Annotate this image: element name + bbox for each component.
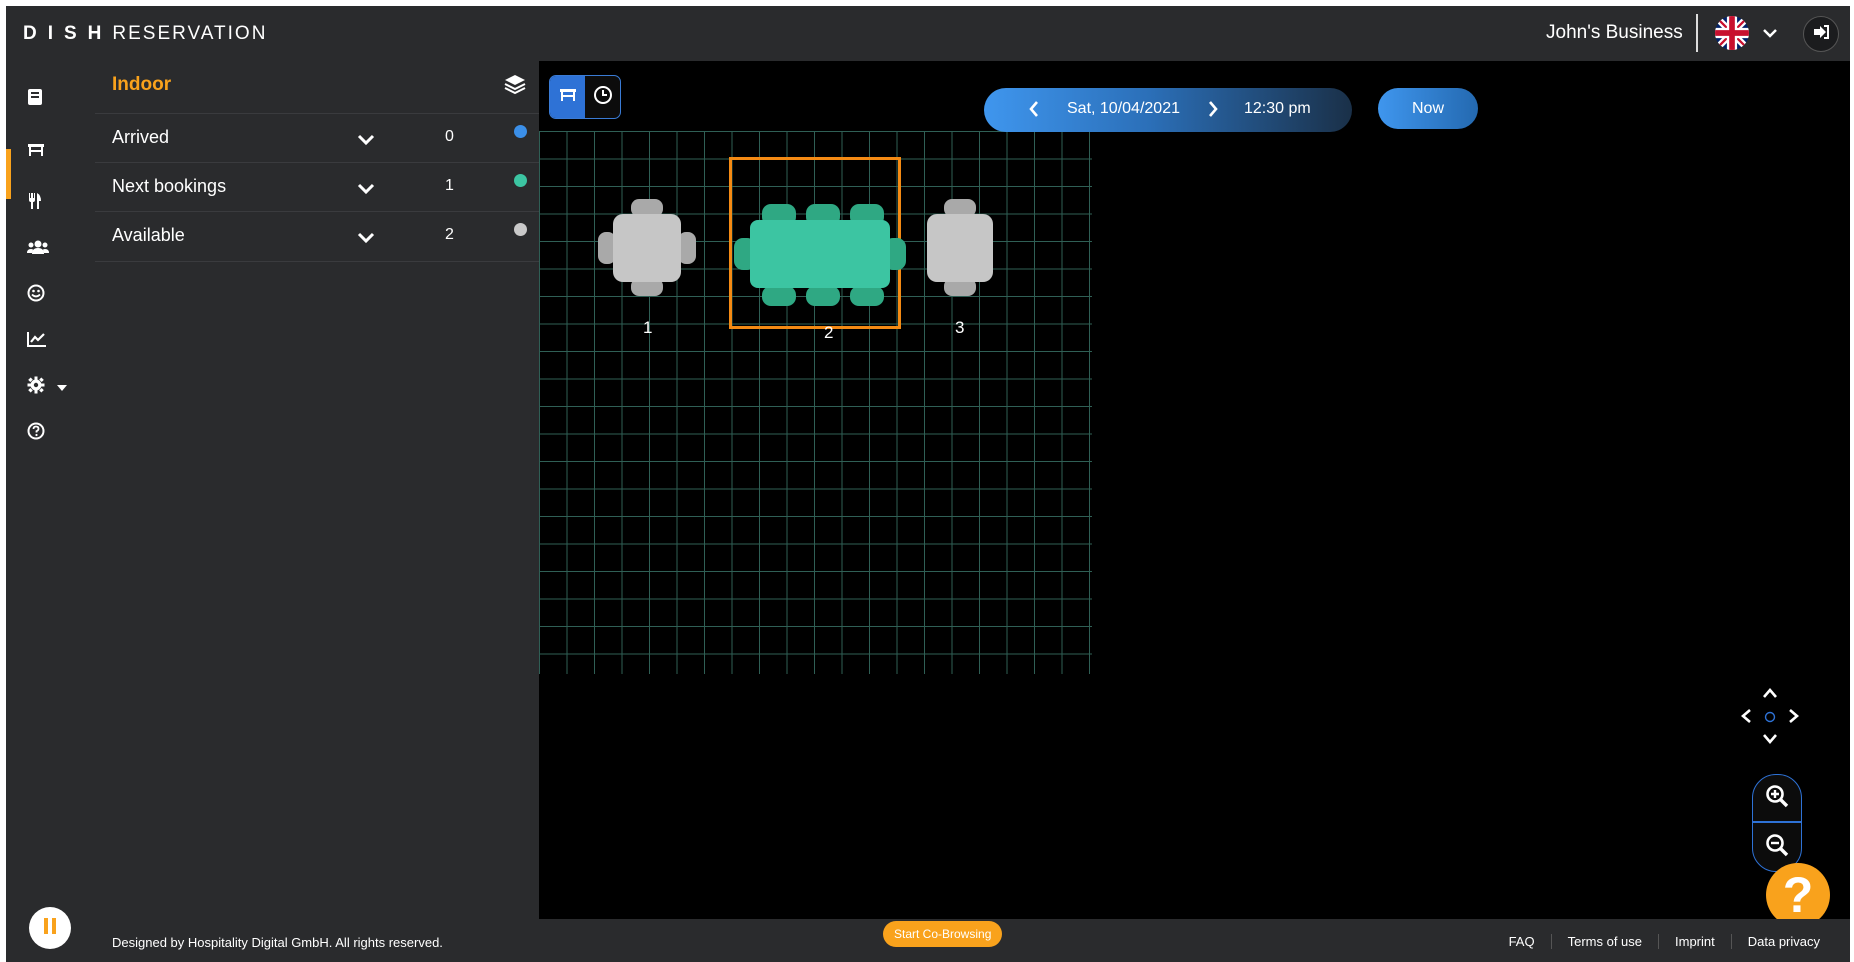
faq-link[interactable]: FAQ <box>1493 934 1551 949</box>
status-count: 2 <box>445 226 454 243</box>
floor-plan-canvas[interactable]: Sat, 10/04/2021 12:30 pm Now 1 2 3 ? <box>539 61 1850 927</box>
pan-controls <box>1740 686 1800 746</box>
chevron-down-icon[interactable] <box>357 179 375 200</box>
pan-left-icon[interactable] <box>1740 708 1752 729</box>
chevron-down-icon[interactable] <box>1762 25 1778 46</box>
layers-icon[interactable] <box>504 73 526 100</box>
zoom-in-icon <box>1765 784 1789 813</box>
footer: Designed by Hospitality Digital GmbH. Al… <box>95 919 1850 962</box>
question-icon <box>27 422 45 445</box>
chevron-down-icon[interactable] <box>357 228 375 249</box>
divider <box>1696 14 1698 52</box>
table-icon <box>27 143 45 162</box>
date-display[interactable]: Sat, 10/04/2021 <box>1067 100 1180 118</box>
square-table-icon <box>598 199 696 296</box>
sidebar-item-table-plan[interactable] <box>6 132 95 172</box>
time-display[interactable]: 12:30 pm <box>1244 100 1311 118</box>
copyright-text: Designed by Hospitality Digital GmbH. Al… <box>112 935 443 950</box>
status-panel: Indoor Arrived 0 Next bookings 1 Availab… <box>95 61 539 919</box>
sidebar-item-feedback[interactable] <box>6 275 95 315</box>
long-table-icon <box>734 204 906 306</box>
status-dot <box>514 223 527 236</box>
pan-up-icon[interactable] <box>1762 686 1778 704</box>
chart-icon <box>27 331 47 352</box>
status-row-arrived[interactable]: Arrived 0 <box>95 113 539 163</box>
clock-icon <box>593 85 613 110</box>
zoom-in-button[interactable] <box>1753 775 1801 823</box>
table-number: 1 <box>643 318 653 337</box>
logout-icon <box>1813 24 1829 45</box>
imprint-link[interactable]: Imprint <box>1658 934 1731 949</box>
co-browsing-button[interactable]: Start Co-Browsing <box>883 921 1003 947</box>
gear-icon <box>27 376 45 399</box>
status-label: Arrived <box>112 127 170 147</box>
table-3[interactable] <box>925 198 995 298</box>
help-button[interactable]: ? <box>1766 863 1830 927</box>
status-label: Available <box>112 225 185 245</box>
date-time-bar: Sat, 10/04/2021 12:30 pm <box>984 88 1352 132</box>
uk-flag-icon[interactable] <box>1715 16 1749 50</box>
sidebar-item-settings[interactable] <box>6 367 95 407</box>
area-title: Indoor <box>112 74 172 95</box>
chevron-left-icon[interactable] <box>1028 100 1040 123</box>
sidebar-item-reservations[interactable] <box>6 79 95 119</box>
sidebar-item-menu[interactable] <box>6 183 95 223</box>
users-icon <box>27 239 49 260</box>
question-icon: ? <box>1782 867 1814 923</box>
now-button[interactable]: Now <box>1378 88 1478 129</box>
chevron-right-icon[interactable] <box>1207 100 1219 123</box>
footer-links: FAQ Terms of use Imprint Data privacy <box>1493 934 1836 949</box>
table-2[interactable] <box>734 204 906 306</box>
logout-button[interactable] <box>1803 16 1839 52</box>
book-icon <box>27 88 43 111</box>
chevron-down-icon[interactable] <box>357 130 375 151</box>
table-icon <box>559 88 577 107</box>
status-count: 1 <box>445 177 454 194</box>
brand-logo[interactable]: DISHRESERVATION <box>23 23 267 45</box>
square-table-icon <box>927 199 993 296</box>
table-number: 3 <box>955 318 965 337</box>
caret-down-icon <box>57 378 67 396</box>
terms-link[interactable]: Terms of use <box>1550 934 1658 949</box>
status-row-available[interactable]: Available 2 <box>95 211 539 262</box>
cutlery-icon <box>27 192 43 215</box>
zoom-out-icon <box>1765 833 1789 862</box>
status-dot <box>514 174 527 187</box>
business-name[interactable]: John's Business <box>1546 22 1683 44</box>
smile-icon <box>27 284 45 307</box>
table-number: 2 <box>824 323 834 342</box>
privacy-link[interactable]: Data privacy <box>1730 934 1836 949</box>
status-row-next-bookings[interactable]: Next bookings 1 <box>95 162 539 212</box>
pan-right-icon[interactable] <box>1788 708 1800 729</box>
pan-down-icon[interactable] <box>1762 732 1778 750</box>
status-count: 0 <box>445 128 454 145</box>
table-1[interactable] <box>597 198 697 298</box>
status-label: Next bookings <box>112 176 227 196</box>
pause-button[interactable] <box>29 907 71 949</box>
table-view-button[interactable] <box>550 76 585 118</box>
app-window: DISHRESERVATION John's Business Indoor A… <box>6 6 1850 962</box>
pan-center-icon[interactable] <box>1764 710 1776 728</box>
sidebar-item-reports[interactable] <box>6 321 95 361</box>
status-dot <box>514 125 527 138</box>
sidebar-item-help[interactable] <box>6 413 95 453</box>
view-toggle[interactable] <box>549 75 621 119</box>
sidebar-nav <box>6 61 95 962</box>
pause-icon <box>41 916 59 941</box>
timeline-view-button[interactable] <box>585 76 620 118</box>
zoom-controls <box>1752 774 1802 872</box>
sidebar-item-guests[interactable] <box>6 229 95 269</box>
top-bar: DISHRESERVATION John's Business <box>6 6 1850 61</box>
